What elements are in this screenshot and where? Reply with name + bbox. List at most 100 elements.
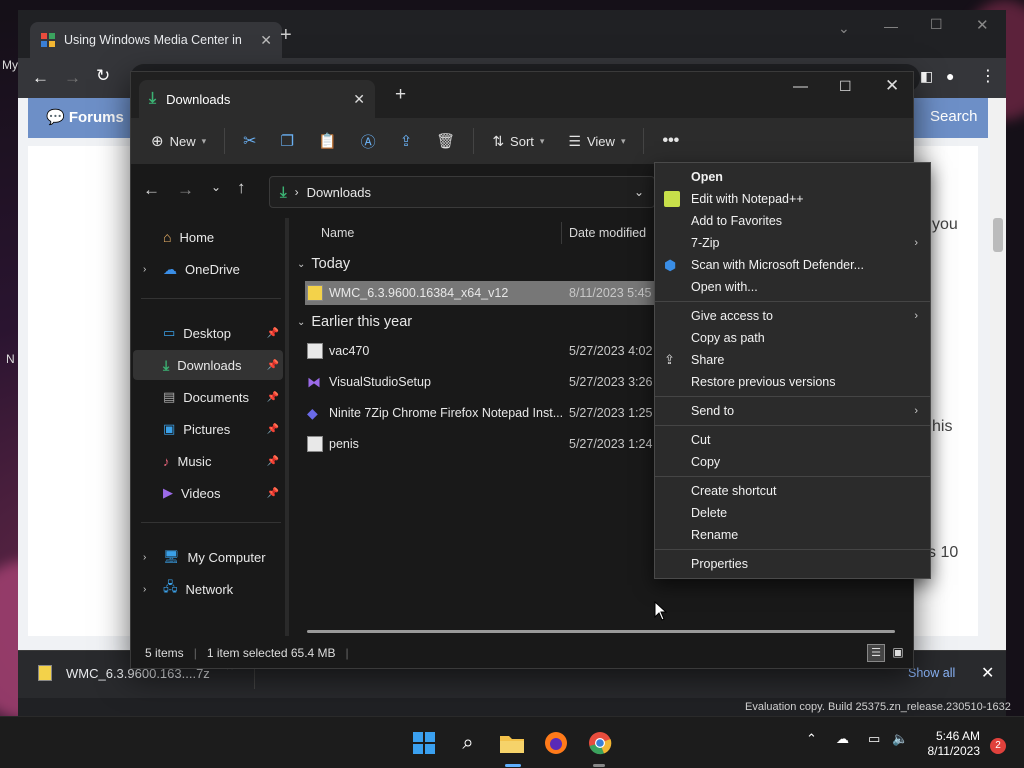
close-window-icon[interactable]: ✕	[885, 76, 899, 96]
forward-icon[interactable]: →	[64, 68, 81, 88]
show-all-link[interactable]: Show all	[908, 666, 955, 680]
menu-item-send-to[interactable]: Send to ›	[655, 400, 930, 422]
menu-item-cut[interactable]: Cut	[655, 429, 930, 451]
display-icon[interactable]: ▭	[868, 731, 880, 747]
firefox-taskbar-button[interactable]	[542, 729, 570, 757]
menu-icon[interactable]: ⋮	[980, 66, 996, 86]
volume-icon[interactable]: 🔈	[892, 731, 908, 747]
menu-item-7zip[interactable]: 7-Zip ›	[655, 232, 930, 254]
menu-item-restore[interactable]: Restore previous versions	[655, 371, 930, 393]
table-row[interactable]: WMC_6.3.9600.16384_x64_v12 8/11/2023 5:4…	[305, 281, 663, 305]
close-window-icon[interactable]: ✕	[976, 16, 989, 34]
search-link[interactable]: Search	[930, 108, 978, 125]
rename-button[interactable]: Ⓐ	[351, 124, 386, 158]
close-tab-icon[interactable]: ✕	[353, 91, 365, 108]
tiles-view-icon[interactable]: ▣	[889, 644, 907, 662]
sidebar-item-documents[interactable]: ▤ Documents 📌	[133, 382, 283, 412]
table-row[interactable]: vac470 5/27/2023 4:02 P	[305, 339, 664, 363]
sidebar-item-pictures[interactable]: ▣ Pictures 📌	[133, 414, 283, 444]
menu-item-share[interactable]: ⇪ Share	[655, 349, 930, 371]
network-icon[interactable]: ☁	[836, 731, 849, 747]
menu-item-add-favorites[interactable]: Add to Favorites	[655, 210, 930, 232]
sidebar-item-onedrive[interactable]: › ☁ OneDrive	[133, 254, 283, 284]
copy-button[interactable]: ❐	[271, 124, 304, 158]
start-button[interactable]	[410, 729, 438, 757]
up-icon[interactable]: ↑	[237, 178, 246, 198]
sidebar-item-my-computer[interactable]: › 🖥 My Computer	[133, 542, 283, 572]
sidepanel-icon[interactable]: ◧	[920, 68, 933, 85]
menu-item-open-with[interactable]: Open with...	[655, 276, 930, 298]
horizontal-scrollbar[interactable]	[307, 630, 895, 633]
new-button[interactable]: ⊕ New ▾	[141, 124, 216, 158]
sidebar-item-videos[interactable]: ▶ Videos 📌	[133, 478, 283, 508]
ninite-icon: ◆	[307, 405, 318, 421]
file-explorer-taskbar-button[interactable]	[498, 729, 526, 757]
new-tab-icon[interactable]: +	[280, 24, 292, 47]
table-row[interactable]: ⧓ VisualStudioSetup 5/27/2023 3:26 P	[305, 370, 664, 394]
table-row[interactable]: penis 5/27/2023 1:24 P	[305, 432, 664, 456]
menu-item-properties[interactable]: Properties	[655, 553, 930, 575]
more-options-button[interactable]: •••	[652, 124, 689, 158]
sidebar-item-network[interactable]: › 🖧 Network	[133, 574, 283, 604]
new-tab-icon[interactable]: +	[395, 84, 406, 106]
maximize-icon[interactable]: ☐	[839, 78, 852, 95]
clock[interactable]: 5:46 AM 8/11/2023	[928, 729, 981, 759]
scrollbar-thumb[interactable]	[993, 218, 1003, 252]
column-header-date[interactable]: Date modified	[569, 218, 646, 248]
minimize-icon[interactable]: —	[793, 78, 808, 95]
menu-item-copy-path[interactable]: Copy as path	[655, 327, 930, 349]
menu-item-give-access[interactable]: Give access to ›	[655, 305, 930, 327]
minimize-icon[interactable]: —	[884, 18, 898, 34]
menu-item-defender[interactable]: ⬢ Scan with Microsoft Defender...	[655, 254, 930, 276]
browser-tab[interactable]: Using Windows Media Center in ✕	[30, 22, 282, 58]
pin-icon: 📌	[266, 487, 279, 499]
page-scrollbar[interactable]	[990, 98, 1006, 654]
tab-search-icon[interactable]: ⌄	[838, 20, 850, 37]
reload-icon[interactable]: ↻	[96, 66, 110, 86]
menu-item-copy[interactable]: Copy	[655, 451, 930, 473]
menu-item-open[interactable]: Open	[655, 166, 930, 188]
delete-button[interactable]: 🗑	[426, 124, 465, 158]
menu-item-create-shortcut[interactable]: Create shortcut	[655, 480, 930, 502]
chevron-right-icon[interactable]: ›	[143, 552, 146, 563]
sidebar-scrollbar[interactable]	[285, 218, 289, 636]
maximize-icon[interactable]: ☐	[930, 16, 943, 33]
forward-icon[interactable]: →	[177, 180, 194, 200]
address-bar[interactable]: ⤓ › Downloads ⌄	[269, 176, 655, 208]
details-view-icon[interactable]: ☰	[867, 644, 885, 662]
sort-button[interactable]: ⇅ Sort ▾	[482, 124, 554, 158]
menu-item-edit-notepad[interactable]: Edit with Notepad++	[655, 188, 930, 210]
menu-item-rename[interactable]: Rename	[655, 524, 930, 546]
plus-circle-icon: ⊕	[151, 133, 164, 150]
view-button[interactable]: ☰ View ▾	[558, 124, 635, 158]
profile-icon[interactable]: ●	[946, 68, 954, 84]
sidebar-item-downloads[interactable]: ⤓ Downloads 📌	[133, 350, 283, 380]
paste-button[interactable]: 📋	[308, 124, 347, 158]
chrome-taskbar-button[interactable]	[586, 729, 614, 757]
sidebar-item-music[interactable]: ♪ Music 📌	[133, 446, 283, 476]
share-button[interactable]: ⇪	[390, 124, 423, 158]
cut-button[interactable]: ✂	[233, 124, 266, 158]
group-header-earlier[interactable]: ⌄ Earlier this year	[297, 314, 412, 330]
recent-locations-icon[interactable]: ⌄	[211, 180, 221, 194]
address-dropdown-icon[interactable]: ⌄	[634, 185, 644, 199]
column-header-name[interactable]: Name	[321, 218, 354, 248]
back-icon[interactable]: ←	[32, 68, 49, 88]
close-shelf-icon[interactable]: ✕	[981, 663, 994, 683]
group-header-today[interactable]: ⌄ Today	[297, 256, 350, 272]
computer-icon: 🖥	[163, 549, 180, 564]
table-row[interactable]: ◆ Ninite 7Zip Chrome Firefox Notepad Ins…	[305, 401, 664, 425]
explorer-tab[interactable]: ⤓ Downloads ✕	[139, 80, 375, 118]
menu-item-delete[interactable]: Delete	[655, 502, 930, 524]
back-icon[interactable]: ←	[143, 180, 160, 200]
sidebar-item-home[interactable]: ⌂ Home	[133, 222, 283, 252]
forums-link[interactable]: 💬 Forums	[46, 108, 124, 126]
chevron-right-icon[interactable]: ›	[143, 584, 146, 595]
chevron-right-icon[interactable]: ›	[143, 264, 146, 275]
sidebar-item-desktop[interactable]: ▭ Desktop 📌	[133, 318, 283, 348]
breadcrumb[interactable]: Downloads	[307, 185, 371, 200]
close-tab-icon[interactable]: ✕	[260, 32, 272, 49]
search-icon[interactable]: ⌕	[454, 729, 482, 757]
notification-badge[interactable]: 2	[990, 738, 1006, 754]
chevron-up-icon[interactable]: ⌃	[806, 731, 817, 747]
